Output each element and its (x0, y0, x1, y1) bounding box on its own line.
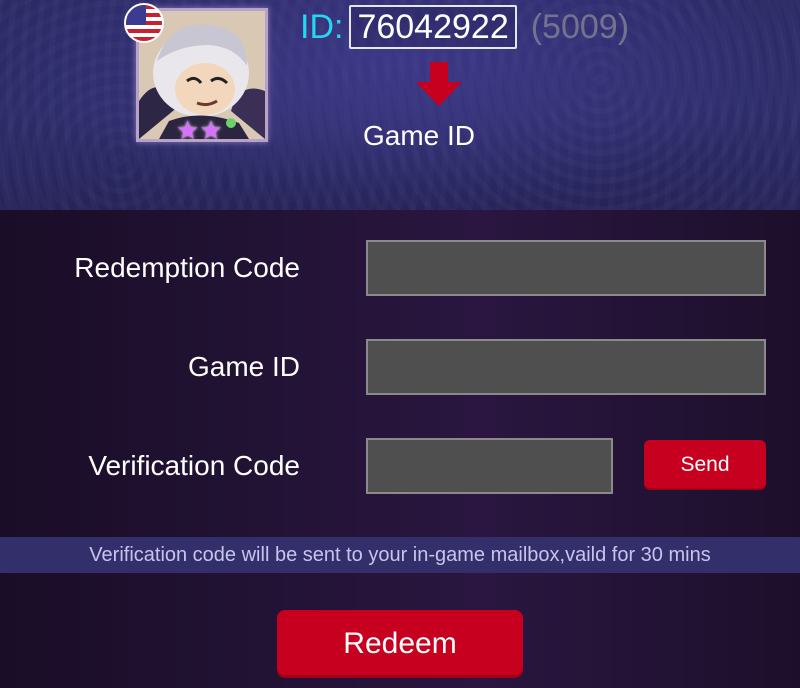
redeem-form: Redemption Code Game ID Verification Cod… (0, 210, 800, 688)
redemption-code-row: Redemption Code (0, 240, 800, 296)
verification-code-row: Verification Code Send (0, 438, 800, 494)
game-id-row: Game ID (0, 339, 800, 395)
id-label: ID: (300, 7, 344, 46)
verification-code-input[interactable] (366, 438, 613, 494)
redeem-button[interactable]: Redeem (277, 610, 523, 678)
verification-code-label: Verification Code (88, 450, 300, 481)
game-id-label: Game ID (187, 351, 300, 382)
game-id-input[interactable] (366, 339, 766, 395)
game-id-value: 76042922 (349, 5, 517, 49)
verification-notice: Verification code will be sent to your i… (0, 537, 800, 573)
game-id-caption: Game ID (362, 120, 476, 151)
profile-header: ★ ★ ID: 76042922 (5009) Game ID (0, 0, 800, 210)
redemption-code-label: Redemption Code (74, 252, 300, 283)
us-flag-icon (124, 3, 164, 43)
zone-id: (5009) (530, 7, 630, 46)
redeem-page: ★ ★ ID: 76042922 (5009) Game ID Redemptio… (0, 0, 800, 688)
send-button[interactable]: Send (644, 440, 766, 490)
star-icon: ★ (199, 116, 223, 146)
redemption-code-input[interactable] (366, 240, 766, 296)
player-id-row: ID: 76042922 (5009) (300, 4, 629, 50)
arrow-down-icon (416, 62, 462, 106)
rank-stars: ★ ★ (176, 118, 236, 144)
star-icon: ★ (176, 116, 200, 146)
